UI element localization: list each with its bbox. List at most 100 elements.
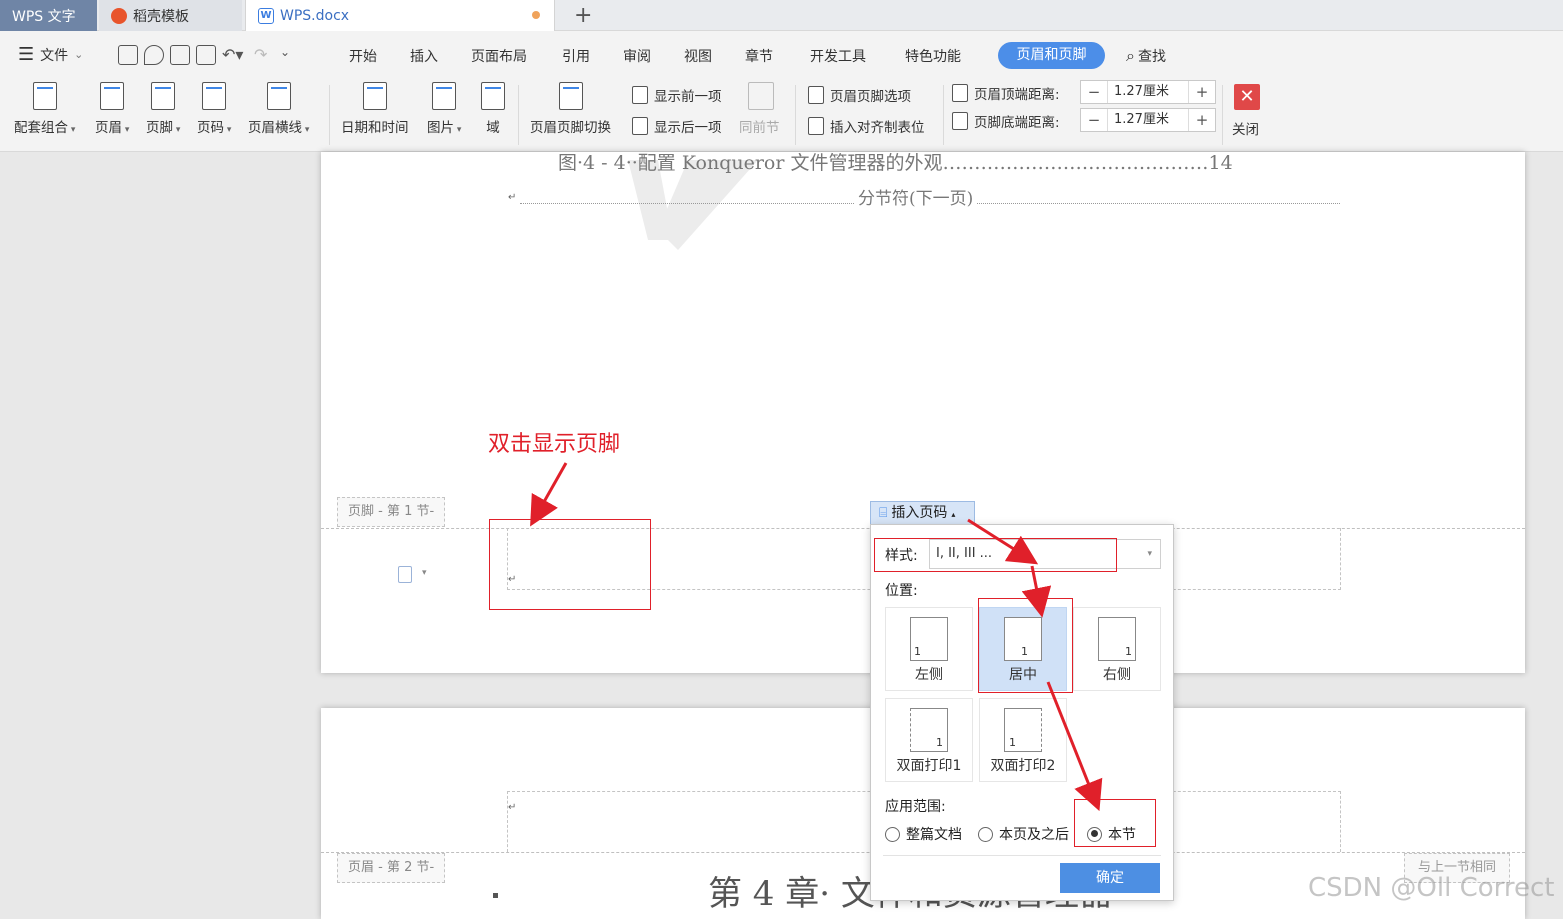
menu-header-footer[interactable]: 页眉和页脚	[998, 42, 1105, 69]
scope-this-page-onward[interactable]: 本页及之后	[978, 824, 1069, 844]
options-icon	[808, 86, 824, 104]
close-icon: ✕	[1234, 84, 1260, 110]
header-distance-decrement[interactable]: −	[1081, 83, 1107, 101]
header-distance-value[interactable]: 1.27厘米	[1107, 81, 1189, 103]
position-right[interactable]: 1 右侧	[1073, 607, 1161, 691]
page-preview-icon: 1	[910, 617, 948, 661]
ribbon-divider	[1222, 85, 1223, 145]
tab-daoke-templates[interactable]: 稻壳模板	[99, 0, 242, 31]
position-right-label: 右侧	[1103, 667, 1131, 683]
menu-page-layout[interactable]: 页面布局	[471, 46, 527, 66]
tab-stop-icon	[808, 117, 824, 135]
annotation-scope-box	[1074, 799, 1156, 847]
header-distance-increment[interactable]: +	[1189, 83, 1215, 101]
position-left[interactable]: 1 左侧	[885, 607, 973, 691]
quick-access-toolbar: ↶▾ ↷ ⌄	[118, 45, 290, 65]
switch-label: 页眉页脚切换	[530, 120, 611, 136]
menu-view[interactable]: 视图	[684, 46, 712, 66]
footer-options-icon[interactable]	[398, 566, 412, 583]
header-footer-switch-button[interactable]: 页眉页脚切换	[530, 82, 611, 136]
more-chevron-icon[interactable]: ⌄	[280, 45, 290, 65]
ribbon: 配套组合 页眉 页脚 页码 页眉横线 日期和时间 图片 域 页眉页脚切换 显示前…	[0, 79, 1563, 152]
position-duplex-1[interactable]: 1 双面打印1	[885, 698, 973, 782]
print-icon[interactable]	[170, 45, 190, 65]
file-menu-label: 文件	[40, 47, 69, 64]
hamburger-icon: ☰	[18, 44, 35, 65]
footer-distance-decrement[interactable]: −	[1081, 111, 1107, 129]
page-preview-icon: 1	[1004, 708, 1042, 752]
unsaved-dot-icon	[532, 11, 540, 19]
print-preview-icon[interactable]	[196, 45, 216, 65]
footer-distance-value[interactable]: 1.27厘米	[1107, 109, 1189, 131]
tab-document[interactable]: W WPS.docx	[245, 0, 555, 31]
file-menu[interactable]: ☰ 文件 ⌄	[18, 44, 83, 65]
picture-icon	[432, 82, 457, 110]
datetime-button[interactable]: 日期和时间	[341, 82, 409, 136]
header-line-icon	[266, 82, 291, 110]
header-distance-spinner[interactable]: − 1.27厘米 +	[1080, 80, 1216, 104]
picture-button[interactable]: 图片	[427, 82, 461, 136]
page-number-button[interactable]: 页码	[197, 82, 231, 136]
combo-button[interactable]: 配套组合	[14, 82, 75, 136]
footer-distance-increment[interactable]: +	[1189, 111, 1215, 129]
chevron-down-icon[interactable]: ▾	[422, 568, 427, 578]
header-line-label: 页眉横线	[248, 116, 309, 136]
footer-button[interactable]: 页脚	[146, 82, 180, 136]
page-preview-icon: 1	[910, 708, 948, 752]
scope-label: 应用范围:	[885, 799, 946, 815]
new-tab-button[interactable]: +	[566, 0, 600, 31]
page-number-icon: ⌸	[879, 505, 888, 521]
chevron-down-icon: ⌄	[74, 48, 84, 61]
insert-tab-stop-button[interactable]: 插入对齐制表位	[808, 116, 925, 136]
paragraph-mark: ↵	[508, 192, 517, 203]
footer-distance-icon	[952, 112, 968, 130]
ribbon-divider	[795, 85, 796, 145]
header-button[interactable]: 页眉	[95, 82, 129, 136]
menu-references[interactable]: 引用	[562, 46, 590, 66]
menu-developer[interactable]: 开发工具	[810, 46, 866, 66]
chevron-down-icon: ▾	[1147, 549, 1152, 559]
show-next-icon	[632, 117, 648, 135]
datetime-label: 日期和时间	[341, 120, 409, 136]
menu-review[interactable]: 审阅	[623, 46, 651, 66]
header-icon	[100, 82, 125, 110]
position-duplex-2[interactable]: 1 双面打印2	[979, 698, 1067, 782]
insert-page-number-button[interactable]: ⌸ 插入页码 ▴	[870, 501, 975, 525]
undo-icon[interactable]: ↶▾	[222, 45, 248, 65]
menu-chapter[interactable]: 章节	[745, 46, 773, 66]
ribbon-divider	[329, 85, 330, 145]
save-icon[interactable]	[118, 45, 138, 65]
daoke-icon	[111, 7, 127, 24]
preview-page-number: 1	[936, 736, 943, 749]
scope-whole-document[interactable]: 整篇文档	[885, 824, 962, 844]
header-line-button[interactable]: 页眉横线	[248, 82, 309, 136]
bullet-mark	[493, 893, 498, 898]
ok-button[interactable]: 确定	[1060, 863, 1160, 893]
menu-insert[interactable]: 插入	[410, 46, 438, 66]
header-section-label: 页眉 - 第 2 节-	[337, 853, 446, 883]
same-as-previous-button[interactable]: 同前节	[739, 116, 780, 136]
options-label: 页眉页脚选项	[830, 89, 911, 105]
search-icon: ⌕	[1126, 46, 1135, 65]
picture-label: 图片	[427, 116, 461, 136]
footer-distance-spinner[interactable]: − 1.27厘米 +	[1080, 108, 1216, 132]
search-button[interactable]: ⌕ 查找	[1126, 46, 1166, 66]
header-footer-options-button[interactable]: 页眉页脚选项	[808, 85, 911, 105]
menu-special[interactable]: 特色功能	[905, 46, 961, 66]
page-number-label: 页码	[197, 116, 231, 136]
footer-section-label: 页脚 - 第 1 节-	[337, 497, 446, 527]
menu-home[interactable]: 开始	[349, 46, 377, 66]
footer-bottom-distance-label: 页脚底端距离:	[974, 115, 1060, 131]
field-button[interactable]: 域	[481, 82, 505, 136]
field-label: 域	[486, 120, 500, 136]
show-previous-button[interactable]: 显示前一项	[632, 85, 722, 105]
show-previous-label: 显示前一项	[654, 89, 722, 105]
annotation-text: 双击显示页脚	[488, 432, 621, 457]
show-next-button[interactable]: 显示后一项	[632, 116, 722, 136]
position-left-label: 左侧	[915, 667, 943, 683]
tab-wps-writer[interactable]: WPS 文字	[0, 0, 97, 31]
redo-icon[interactable]: ↷	[254, 45, 274, 65]
combo-label: 配套组合	[14, 116, 75, 136]
header-top-distance-label: 页眉顶端距离:	[974, 87, 1060, 103]
export-icon[interactable]	[144, 45, 164, 65]
